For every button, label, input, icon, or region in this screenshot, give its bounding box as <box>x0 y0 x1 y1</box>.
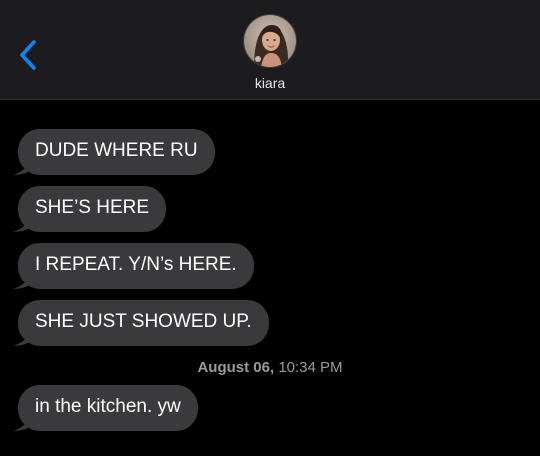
received-message-bubble[interactable]: SHE’S HERE <box>13 186 167 232</box>
received-message-bubble[interactable]: I REPEAT. Y/N’s HERE. <box>13 243 254 289</box>
bubble-tail <box>13 328 33 346</box>
message-text: in the kitchen. yw <box>35 396 181 417</box>
timestamp-date: August 06, <box>197 359 275 376</box>
received-message-bubble[interactable]: DUDE WHERE RU <box>13 129 215 175</box>
message-row: DUDE WHERE RU <box>13 129 215 175</box>
message-row: SHE JUST SHOWED UP. <box>13 300 269 346</box>
timestamp-time: 10:34 PM <box>278 359 343 376</box>
timestamp: August 06, 10:34 PM <box>0 359 540 376</box>
message-row: I REPEAT. Y/N’s HERE. <box>13 243 254 289</box>
back-button[interactable] <box>14 36 46 74</box>
bubble-tail <box>13 157 33 175</box>
conversation-header: kiara <box>0 0 540 100</box>
contact-name[interactable]: kiara <box>0 75 540 91</box>
bubble-tail <box>13 271 33 289</box>
bubble-tail <box>13 413 33 431</box>
message-text: SHE JUST SHOWED UP. <box>35 311 252 332</box>
received-message-bubble[interactable]: in the kitchen. yw <box>13 385 198 431</box>
message-text: I REPEAT. Y/N’s HERE. <box>35 254 237 275</box>
received-message-bubble[interactable]: SHE JUST SHOWED UP. <box>13 300 269 346</box>
bubble-tail <box>13 214 33 232</box>
contact-avatar[interactable] <box>243 14 297 68</box>
chevron-left-icon <box>20 40 36 70</box>
message-text: SHE’S HERE <box>35 197 150 218</box>
message-thread: DUDE WHERE RU SHE’S HERE I REPEAT. Y/N’s… <box>0 100 540 456</box>
message-row: in the kitchen. yw <box>13 385 198 431</box>
avatar-photo <box>244 15 296 67</box>
message-row: SHE’S HERE <box>13 186 167 232</box>
message-text: DUDE WHERE RU <box>35 140 198 161</box>
